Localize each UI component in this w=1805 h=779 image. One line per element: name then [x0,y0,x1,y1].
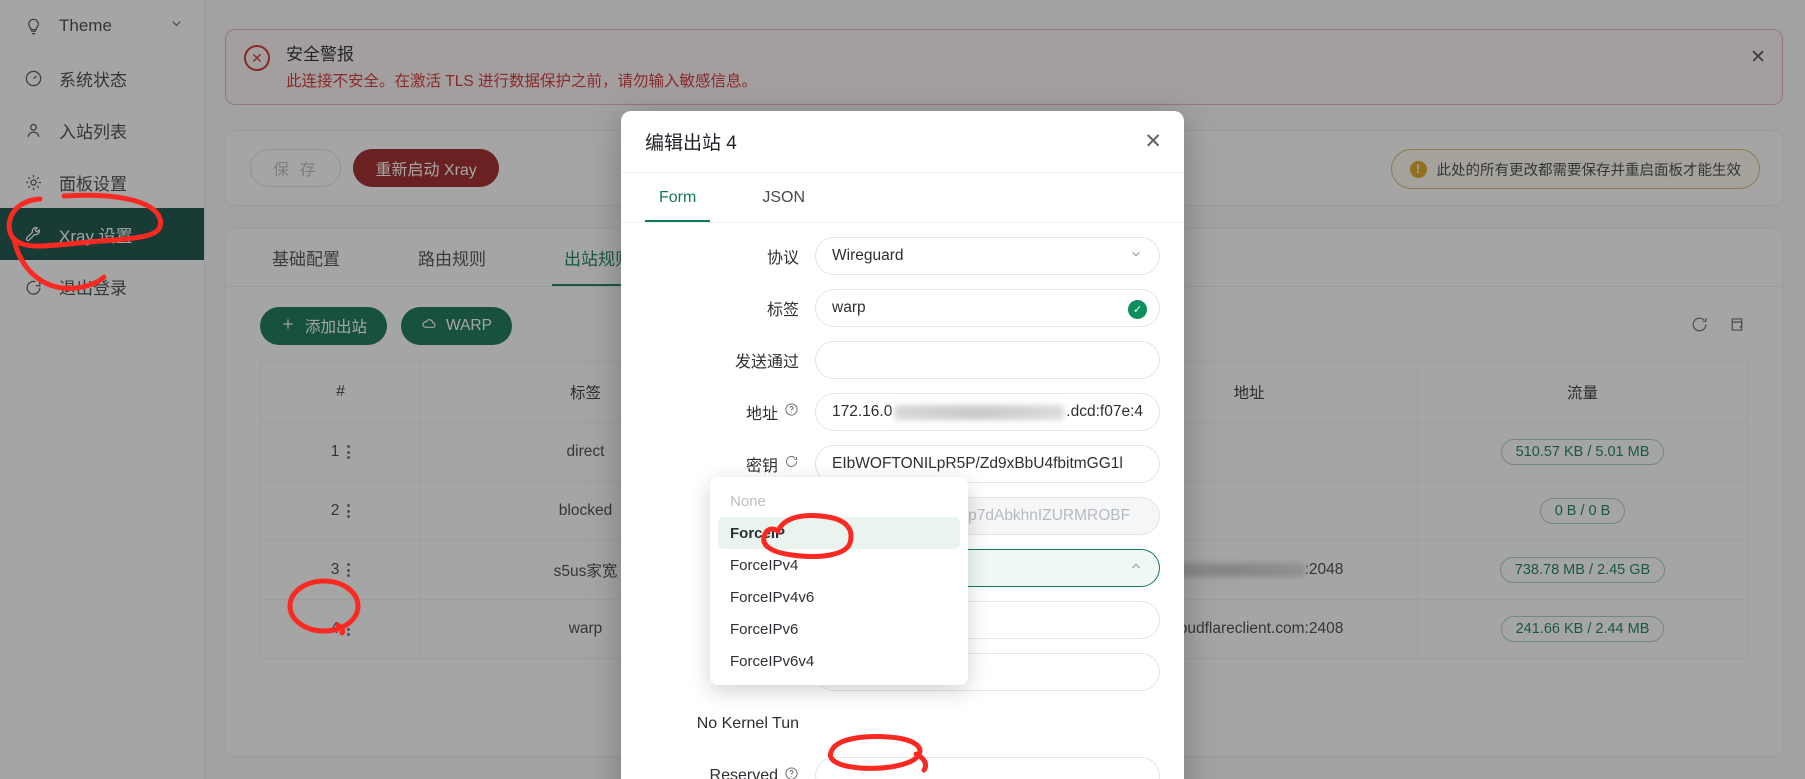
question-icon[interactable] [784,402,799,422]
dropdown-option-forceip[interactable]: ForceIP [718,517,960,549]
field-protocol: 协议 Wireguard [645,237,1160,275]
dropdown-option-forceipv6[interactable]: ForceIPv6 [718,613,960,645]
tag-value: warp [832,299,866,317]
redacted-address-part [894,405,1064,420]
secret-key-value: EIbWOFTONILpR5P/Zd9xBbU4fbitmGG1l [832,455,1123,473]
field-label: 发送通过 [645,348,815,372]
field-label-text: 密钥 [746,452,778,476]
field-label: No Kernel Tun [645,715,815,733]
field-reserved: Reserved [645,757,1160,779]
modal-header: 编辑出站 4 ✕ [621,111,1184,173]
send-through-input[interactable] [815,341,1160,379]
field-send-through: 发送通过 [645,341,1160,379]
field-label-text: Reserved [710,767,778,779]
protocol-select[interactable]: Wireguard [815,237,1160,275]
field-label: 地址 [645,400,815,424]
field-label: Reserved [645,766,815,779]
modal-title: 编辑出站 4 [645,128,737,155]
check-icon: ✓ [1128,300,1147,319]
protocol-value: Wireguard [832,247,904,265]
field-label: 标签 [645,296,815,320]
tab-form[interactable]: Form [645,173,710,222]
dropdown-option-forceipv6v4[interactable]: ForceIPv6v4 [718,645,960,677]
dropdown-option-forceipv4v6[interactable]: ForceIPv4v6 [718,581,960,613]
chevron-down-icon [1129,247,1143,266]
tag-input[interactable]: warp ✓ [815,289,1160,327]
close-icon[interactable]: ✕ [1144,131,1162,152]
modal-tabs: Form JSON [621,173,1184,223]
domain-strategy-dropdown: None ForceIP ForceIPv4 ForceIPv4v6 Force… [710,477,968,685]
field-label: 协议 [645,244,815,268]
field-no-kernel-tun: No Kernel Tun [645,705,1160,743]
field-label: 密钥 [645,452,815,476]
reserved-input[interactable] [815,757,1160,779]
question-icon[interactable] [784,766,799,779]
field-label-text: 地址 [746,400,778,424]
tab-json[interactable]: JSON [748,173,819,222]
dropdown-option-none[interactable]: None [718,485,960,517]
chevron-up-icon [1129,559,1143,578]
no-kernel-tun-toggle[interactable] [815,705,1160,743]
field-address: 地址 172.16.0 .dcd:f07e:4 [645,393,1160,431]
refresh-icon[interactable] [784,454,799,474]
address-input[interactable]: 172.16.0 .dcd:f07e:4 [815,393,1160,431]
field-tag: 标签 warp ✓ [645,289,1160,327]
address-value-tail: .dcd:f07e:4 [1066,403,1143,421]
address-value: 172.16.0 [832,403,892,421]
dropdown-option-forceipv4[interactable]: ForceIPv4 [718,549,960,581]
